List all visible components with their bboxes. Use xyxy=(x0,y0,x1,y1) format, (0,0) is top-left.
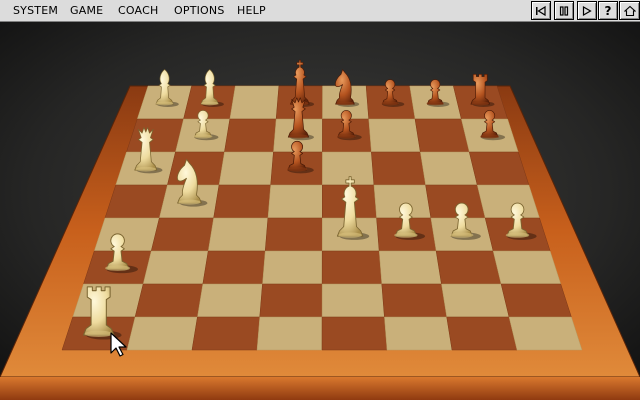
square-g1[interactable] xyxy=(446,316,518,351)
square-h6[interactable] xyxy=(468,151,530,186)
square-f3[interactable] xyxy=(378,250,442,285)
square-f7[interactable] xyxy=(368,118,421,153)
menu-options[interactable]: OPTIONS xyxy=(174,4,225,18)
square-c2[interactable] xyxy=(197,283,263,318)
chess-scene xyxy=(0,22,640,400)
square-b1[interactable] xyxy=(126,316,198,351)
menu-system[interactable]: SYSTEM xyxy=(13,4,58,18)
square-a4[interactable] xyxy=(93,217,160,252)
square-h2[interactable] xyxy=(500,283,572,318)
square-c7[interactable] xyxy=(224,118,277,153)
pause-button[interactable] xyxy=(554,1,574,20)
play-button[interactable] xyxy=(577,1,597,20)
square-f2[interactable] xyxy=(381,283,448,318)
square-g3[interactable] xyxy=(435,250,502,285)
square-d3[interactable] xyxy=(262,250,323,285)
square-g7[interactable] xyxy=(414,118,470,153)
square-c8[interactable] xyxy=(229,85,280,120)
square-d5[interactable] xyxy=(267,184,323,219)
square-g6[interactable] xyxy=(420,151,478,186)
square-c4[interactable] xyxy=(207,217,269,252)
square-d1[interactable] xyxy=(256,316,323,351)
menu-bar: SYSTEM GAME COACH OPTIONS HELP ? xyxy=(0,0,640,22)
square-e1[interactable] xyxy=(321,316,388,351)
square-h3[interactable] xyxy=(492,250,562,285)
square-h5[interactable] xyxy=(476,184,540,219)
square-f6[interactable] xyxy=(371,151,426,186)
rewind-button[interactable] xyxy=(531,1,551,20)
square-b2[interactable] xyxy=(134,283,204,318)
square-h1[interactable] xyxy=(508,316,583,351)
home-button[interactable] xyxy=(619,1,640,20)
square-c3[interactable] xyxy=(202,250,266,285)
pause-icon xyxy=(559,5,569,16)
play-icon xyxy=(582,5,592,16)
square-e2[interactable] xyxy=(321,283,385,318)
square-g5[interactable] xyxy=(425,184,486,219)
square-e3[interactable] xyxy=(321,250,383,285)
board-front-edge xyxy=(0,377,640,400)
square-g2[interactable] xyxy=(441,283,510,318)
square-c1[interactable] xyxy=(191,316,261,351)
home-icon xyxy=(623,5,636,16)
menu-coach[interactable]: COACH xyxy=(118,4,158,18)
square-b4[interactable] xyxy=(150,217,214,252)
square-d2[interactable] xyxy=(259,283,323,318)
menu-game[interactable]: GAME xyxy=(70,4,103,18)
board-squares xyxy=(61,85,583,351)
square-c6[interactable] xyxy=(218,151,274,186)
rewind-icon xyxy=(536,5,546,16)
help-button[interactable]: ? xyxy=(598,1,618,20)
square-a5[interactable] xyxy=(104,184,168,219)
menu-help[interactable]: HELP xyxy=(237,4,266,18)
square-c5[interactable] xyxy=(213,184,271,219)
square-b3[interactable] xyxy=(142,250,209,285)
square-f1[interactable] xyxy=(384,316,453,351)
square-d4[interactable] xyxy=(264,217,323,252)
question-icon: ? xyxy=(604,3,612,18)
